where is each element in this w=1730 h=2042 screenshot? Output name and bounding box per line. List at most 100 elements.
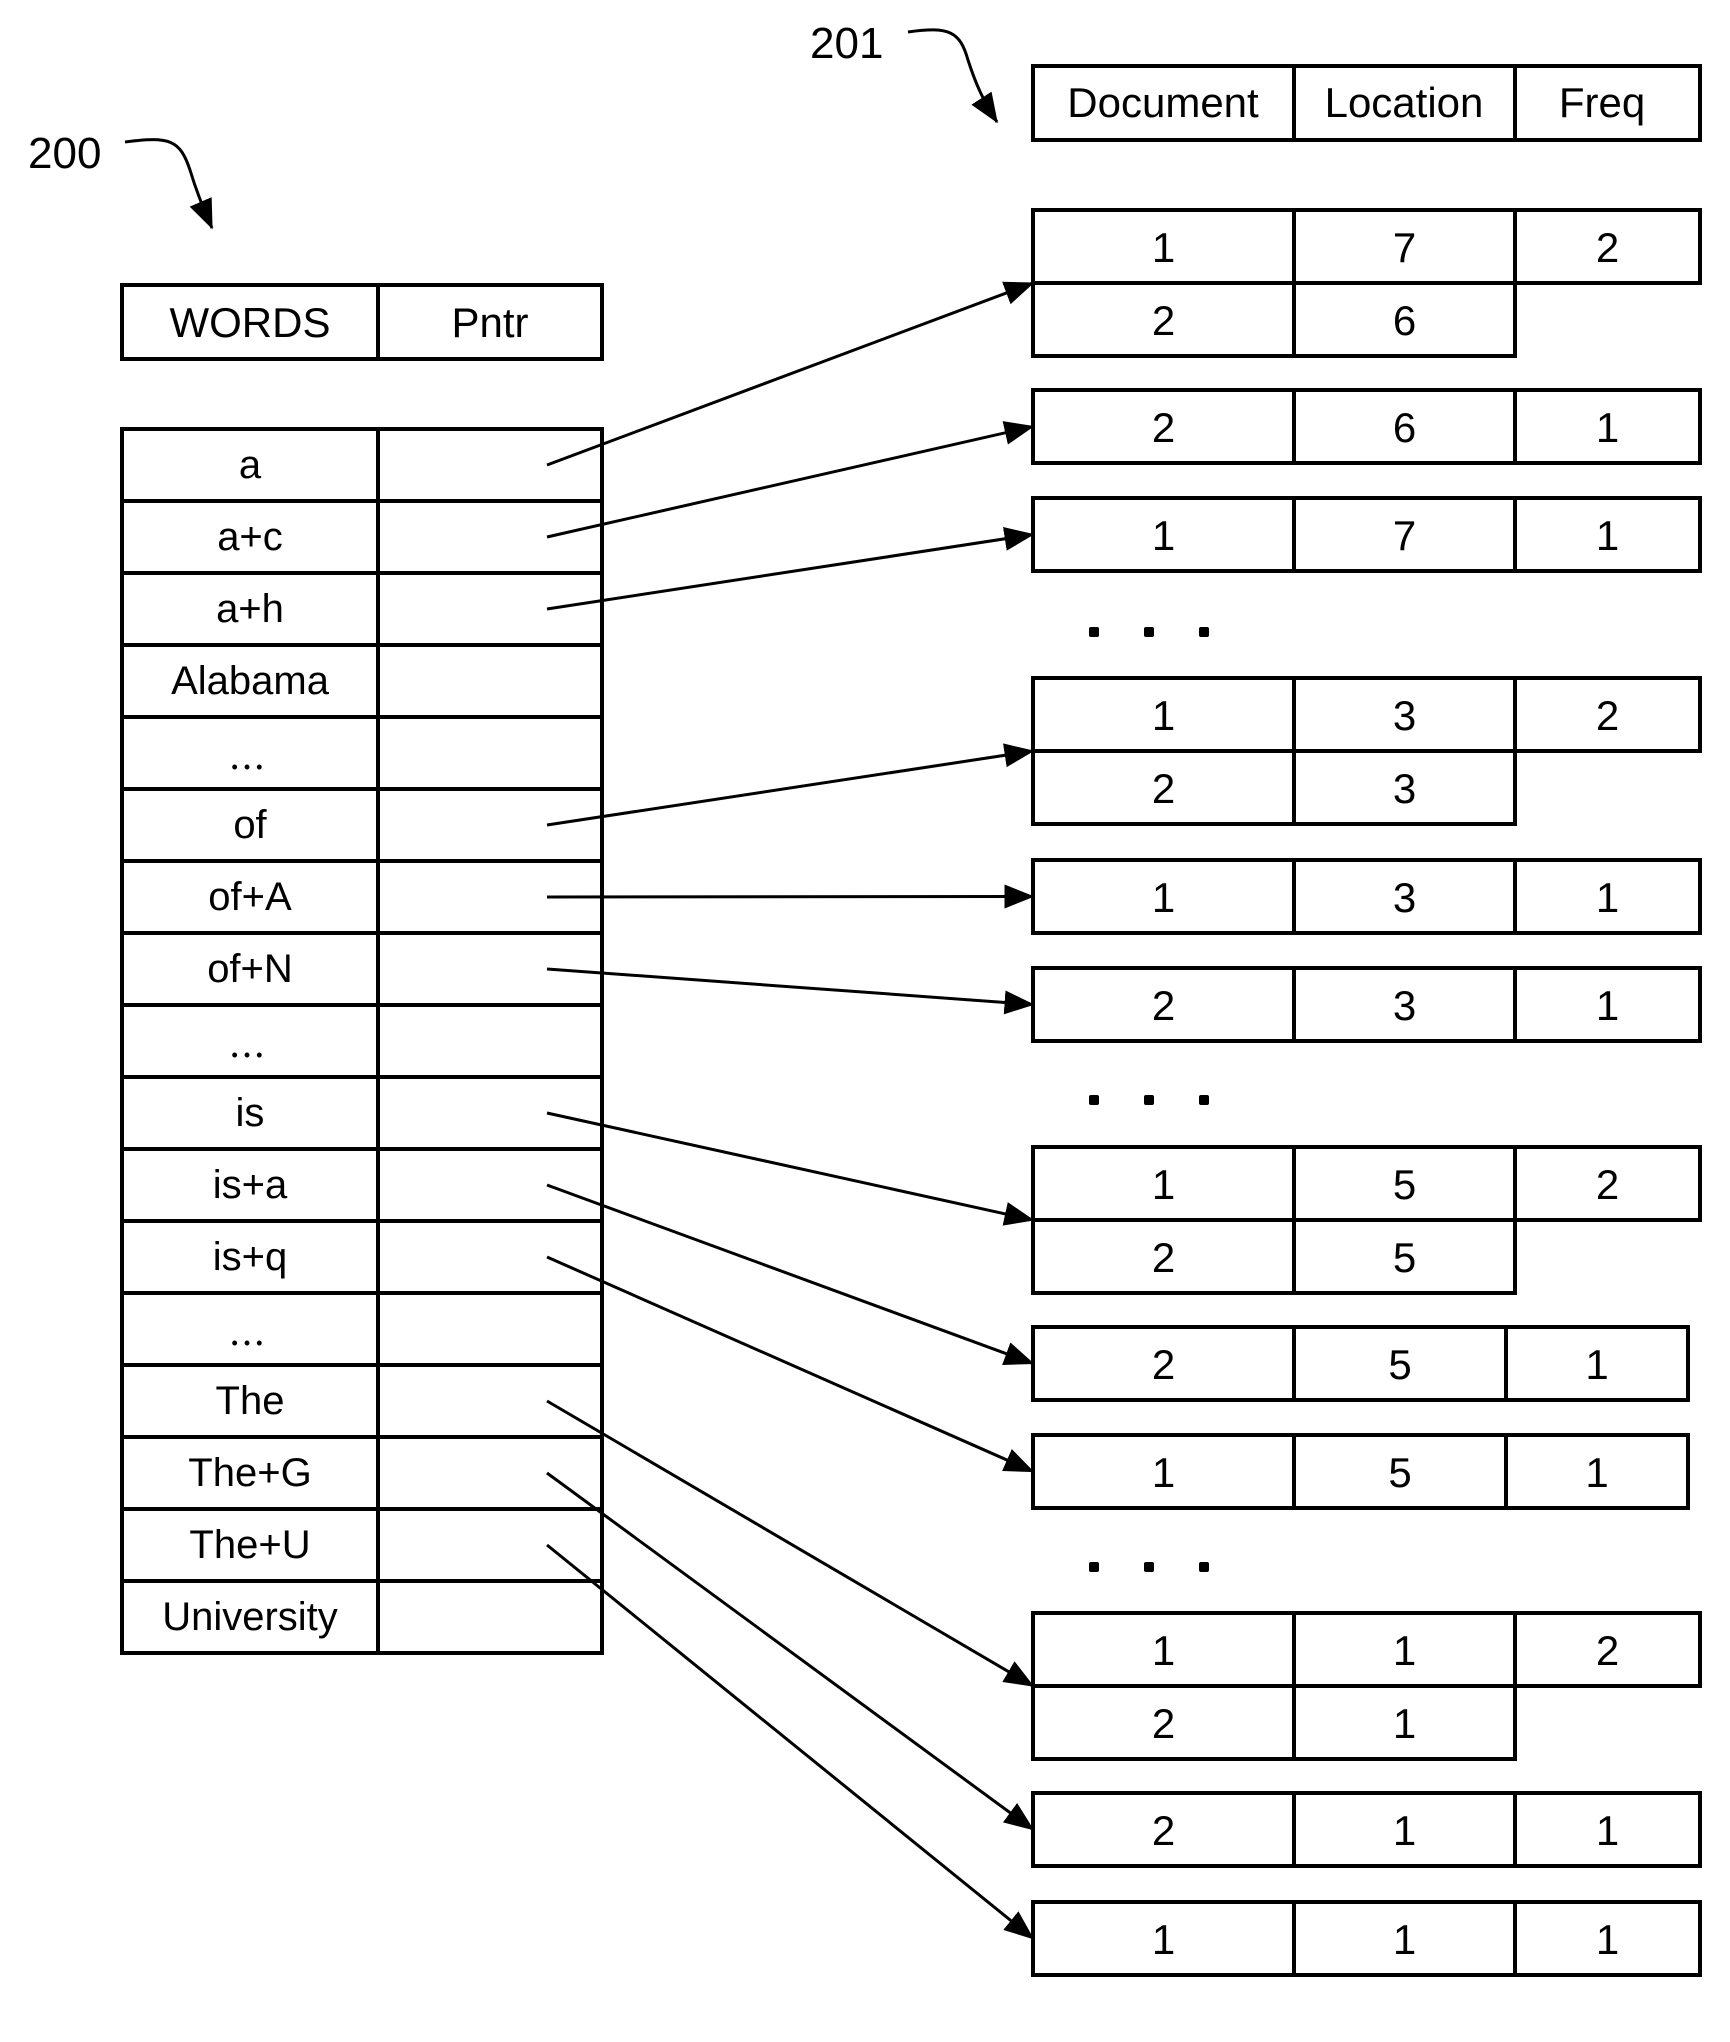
- dot: [1144, 627, 1154, 637]
- word-cell: of+N: [207, 947, 293, 991]
- header-location: Location: [1325, 79, 1484, 126]
- freq-cell: 1: [1596, 512, 1619, 559]
- pointer-arrow-icon: [546, 1111, 1035, 1226]
- freq-cell: 1: [1596, 1807, 1619, 1854]
- dot: [1199, 627, 1209, 637]
- word-cell: The: [216, 1379, 285, 1423]
- document-cell: 1: [1152, 1161, 1175, 1208]
- location-cell: 3: [1393, 874, 1416, 921]
- freq-cell: 1: [1596, 874, 1619, 921]
- word-cell: Alabama: [171, 659, 330, 703]
- posting-record: 1 3 1: [1031, 858, 1702, 935]
- document-cell: 2: [1152, 297, 1175, 344]
- posting-table-reference-label: 201: [810, 19, 883, 68]
- header-document: Document: [1067, 79, 1259, 126]
- location-cell: 5: [1388, 1449, 1411, 1496]
- pointer-arrow-icon: [546, 1183, 1035, 1365]
- word-ellipsis: •••: [232, 757, 269, 777]
- posting-table-reference-arrow-icon: [907, 28, 999, 124]
- location-cell: 5: [1393, 1234, 1416, 1281]
- pointer-arrow-icon: [546, 967, 1035, 1015]
- word-cell: is+a: [213, 1163, 288, 1207]
- record-continuation-frame: [1031, 1218, 1517, 1295]
- posting-record: 1 3 2 3 2: [1031, 676, 1702, 826]
- word-cell: The+U: [189, 1523, 310, 1567]
- document-cell: 2: [1152, 982, 1175, 1029]
- word-cell: of+A: [208, 875, 292, 919]
- pointer-cell: [380, 1583, 600, 1651]
- pointer-arrow-icon: [546, 743, 1035, 827]
- document-cell: 1: [1152, 692, 1175, 739]
- posting-records: 1 72 622 6 11 7 11 32 321 3 12 3 11 52 522 5 11 5 11 12 122 1…: [1031, 208, 1702, 1977]
- location-cell: 5: [1388, 1341, 1411, 1388]
- location-cell: 1: [1393, 1916, 1416, 1963]
- posting-record: 1 1 2 1 2: [1031, 1611, 1702, 1761]
- posting-record: 2 3 1: [1031, 966, 1702, 1043]
- pointer-arrow-icon: [546, 1399, 1035, 1688]
- document-cell: 2: [1152, 1341, 1175, 1388]
- posting-record: 1 7 2 6 2: [1031, 208, 1702, 358]
- dot: [1199, 1095, 1209, 1105]
- dot: [1144, 1095, 1154, 1105]
- location-cell: 7: [1393, 224, 1416, 271]
- record-continuation-frame: [1031, 1684, 1517, 1761]
- posting-record: 1 1 1: [1031, 1900, 1702, 1977]
- pointer-arrows: [546, 281, 1035, 1940]
- location-cell: 1: [1393, 1700, 1416, 1747]
- pointer-cell: [380, 647, 600, 715]
- pointer-arrow-icon: [546, 1471, 1035, 1831]
- word-cell: The+G: [188, 1451, 311, 1495]
- word-table-reference-label: 200: [28, 129, 101, 178]
- location-cell: 3: [1393, 765, 1416, 812]
- posting-record: 2 1 1: [1031, 1791, 1702, 1868]
- pointer-cell: [380, 1367, 600, 1435]
- dot: [1199, 1562, 1209, 1572]
- document-cell: 1: [1152, 224, 1175, 271]
- document-cell: 2: [1152, 404, 1175, 451]
- pointer-cell: [380, 1439, 600, 1507]
- pointer-cell: [380, 1295, 600, 1363]
- word-cell: University: [162, 1595, 338, 1639]
- pointer-cell: [380, 1151, 600, 1219]
- document-cell: 2: [1152, 1807, 1175, 1854]
- posting-record: 1 5 1: [1031, 1433, 1690, 1510]
- document-cell: 1: [1152, 512, 1175, 559]
- location-cell: 1: [1393, 1627, 1416, 1674]
- posting-record: 2 5 1: [1031, 1325, 1690, 1402]
- word-cell: a: [239, 443, 262, 487]
- location-cell: 3: [1393, 692, 1416, 739]
- word-cell: of: [233, 803, 267, 847]
- posting-table-header: Document Location Freq: [1031, 64, 1702, 142]
- word-ellipsis: •••: [232, 1333, 269, 1353]
- header-words: WORDS: [170, 299, 331, 346]
- location-cell: 3: [1393, 982, 1416, 1029]
- header-freq: Freq: [1559, 79, 1645, 126]
- freq-cell: 2: [1596, 1161, 1619, 1208]
- word-cell: a+c: [217, 515, 283, 559]
- pointer-arrow-icon: [546, 526, 1035, 611]
- word-ellipsis: •••: [232, 1045, 269, 1065]
- freq-cell: 2: [1596, 1627, 1619, 1674]
- continuation-dots-icon: [1089, 1095, 1209, 1105]
- header-pntr: Pntr: [451, 299, 528, 346]
- record-continuation-frame: [1031, 749, 1517, 826]
- pointer-cell: [380, 1079, 600, 1147]
- freq-cell: 1: [1585, 1341, 1608, 1388]
- location-cell: 1: [1393, 1807, 1416, 1854]
- record-continuation-frame: [1031, 281, 1517, 358]
- document-cell: 1: [1152, 1916, 1175, 1963]
- pointer-arrow-icon: [546, 884, 1035, 909]
- pointer-cell: [380, 1007, 600, 1075]
- pointer-cell: [380, 719, 600, 787]
- document-cell: 1: [1152, 874, 1175, 921]
- word-table-header: WORDS Pntr: [120, 283, 604, 361]
- word-cell: is: [236, 1091, 265, 1135]
- pointer-arrow-icon: [546, 1255, 1035, 1473]
- word-table-body: a a+c a+h Alabama ••• of of+A of+N ••• is is+a is+q…: [120, 427, 604, 1655]
- pointer-cell: [380, 575, 600, 643]
- inverted-index-diagram: 200 201 WORDS Pntr Document Location Fre…: [28, 19, 1702, 1977]
- dot: [1089, 1562, 1099, 1572]
- location-cell: 6: [1393, 297, 1416, 344]
- continuation-dots-icon: [1089, 1562, 1209, 1572]
- word-table-reference-arrow-icon: [124, 138, 214, 230]
